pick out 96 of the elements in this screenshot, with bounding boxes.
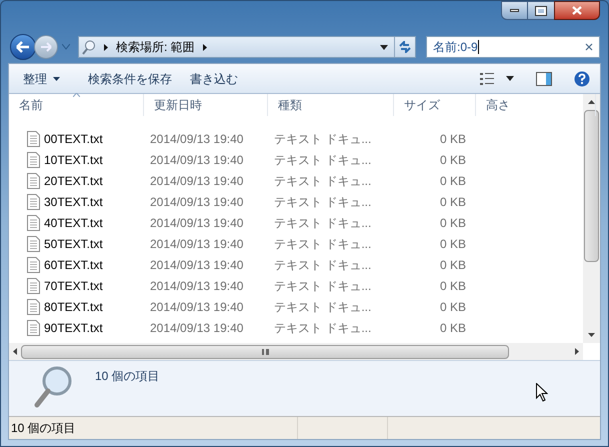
modified-date: 2014/09/13 19:40 (150, 132, 244, 146)
file-name[interactable]: 00TEXT.txt (44, 130, 103, 148)
file-name[interactable]: 40TEXT.txt (44, 214, 103, 232)
vertical-scrollbar[interactable] (583, 94, 600, 343)
file-size: 0 KB (440, 300, 466, 314)
toolbar-button[interactable]: 書き込む (188, 70, 240, 88)
modified-date: 2014/09/13 19:40 (150, 278, 244, 292)
text-file-icon (27, 152, 40, 168)
maximize-button[interactable] (528, 1, 554, 20)
chevron-icon[interactable] (202, 44, 207, 50)
scroll-thumb[interactable] (584, 110, 599, 262)
forward-button[interactable] (34, 35, 58, 59)
text-file-icon (27, 130, 40, 146)
breadcrumb[interactable]: 検索場所: 範囲 (116, 38, 195, 56)
file-name[interactable]: 50TEXT.txt (44, 234, 103, 252)
maximize-icon (536, 6, 546, 14)
search-field[interactable]: 名前:0-9 (426, 36, 600, 58)
close-button[interactable] (554, 1, 600, 20)
file-size: 0 KB (440, 278, 466, 292)
history-caret-icon (62, 44, 70, 50)
file-size: 0 KB (440, 320, 466, 334)
minimize-icon (510, 9, 519, 12)
forward-arrow-icon (40, 42, 52, 52)
scroll-up-icon[interactable] (588, 100, 595, 104)
chevron-icon[interactable] (104, 44, 108, 50)
file-size: 0 KB (440, 258, 466, 272)
back-arrow-icon (16, 41, 30, 53)
file-name[interactable]: 10TEXT.txt (44, 150, 103, 168)
mouse-pointer-icon (536, 383, 548, 402)
search-icon (82, 40, 96, 54)
modified-date: 2014/09/13 19:40 (150, 152, 244, 166)
back-button[interactable] (10, 34, 36, 60)
file-name[interactable]: 60TEXT.txt (44, 256, 103, 274)
clear-icon[interactable] (585, 43, 593, 51)
text-file-icon (27, 172, 40, 188)
text-file-icon (27, 298, 40, 314)
column-header[interactable]: 種類 (268, 94, 394, 116)
modified-date: 2014/09/13 19:40 (150, 320, 244, 334)
file-type: テキスト ドキュ... (274, 236, 372, 250)
file-type: テキスト ドキュ... (274, 320, 372, 334)
text-file-icon (27, 320, 40, 336)
modified-date: 2014/09/13 19:40 (150, 236, 244, 250)
address-bar[interactable]: 検索場所: 範囲 (78, 36, 416, 58)
scroll-left-icon[interactable] (13, 348, 17, 355)
item-count: 10 個の項目 (95, 368, 160, 385)
dropdown-caret-icon (380, 44, 388, 50)
modified-date: 2014/09/13 19:40 (150, 300, 244, 314)
search-query: 名前:0-9 (433, 39, 478, 56)
text-file-icon (27, 278, 40, 294)
modified-date: 2014/09/13 19:40 (150, 216, 244, 230)
preview-pane-icon[interactable] (536, 72, 552, 86)
scroll-thumb[interactable] (21, 344, 509, 358)
file-type: テキスト ドキュ... (274, 132, 372, 146)
text-file-icon (27, 194, 40, 210)
file-size: 0 KB (440, 132, 466, 146)
toolbar-button[interactable]: 整理 (21, 70, 62, 88)
magnifier-icon (33, 365, 73, 409)
text-file-icon (27, 236, 40, 252)
column-header[interactable]: 更新日時 (144, 94, 268, 116)
file-type: テキスト ドキュ... (274, 194, 372, 208)
file-name[interactable]: 90TEXT.txt (44, 318, 103, 336)
file-size: 0 KB (440, 194, 466, 208)
modified-date: 2014/09/13 19:40 (150, 174, 244, 188)
grip-icon (262, 348, 268, 354)
file-type: テキスト ドキュ... (274, 258, 372, 272)
file-type: テキスト ドキュ... (274, 278, 372, 292)
file-name[interactable]: 70TEXT.txt (44, 276, 103, 294)
file-type: テキスト ドキュ... (274, 300, 372, 314)
file-name[interactable]: 30TEXT.txt (44, 192, 103, 210)
modified-date: 2014/09/13 19:40 (150, 258, 244, 272)
file-type: テキスト ドキュ... (274, 216, 372, 230)
caret-icon (53, 76, 60, 80)
scroll-right-icon[interactable] (575, 348, 579, 355)
horizontal-scrollbar[interactable] (9, 343, 583, 360)
file-type: テキスト ドキュ... (274, 174, 372, 188)
view-caret-icon[interactable] (506, 76, 514, 81)
column-header[interactable]: 名前 (9, 94, 144, 116)
column-header[interactable]: サイズ (394, 94, 476, 116)
text-file-icon (27, 214, 40, 230)
file-size: 0 KB (440, 152, 466, 166)
refresh-icon (398, 41, 412, 53)
modified-date: 2014/09/13 19:40 (150, 194, 244, 208)
text-file-icon (27, 256, 40, 272)
file-size: 0 KB (440, 216, 466, 230)
view-options-icon[interactable] (480, 72, 494, 84)
scroll-down-icon[interactable] (588, 333, 595, 337)
status-text: 10 個の項目 (10, 420, 77, 437)
help-icon[interactable] (574, 70, 590, 86)
file-size: 0 KB (440, 236, 466, 250)
minimize-button[interactable] (501, 1, 528, 20)
close-icon (572, 6, 582, 15)
file-size: 0 KB (440, 174, 466, 188)
file-type: テキスト ドキュ... (274, 152, 372, 166)
toolbar-button[interactable]: 検索条件を保存 (86, 70, 174, 88)
file-name[interactable]: 80TEXT.txt (44, 298, 103, 316)
file-name[interactable]: 20TEXT.txt (44, 172, 103, 190)
